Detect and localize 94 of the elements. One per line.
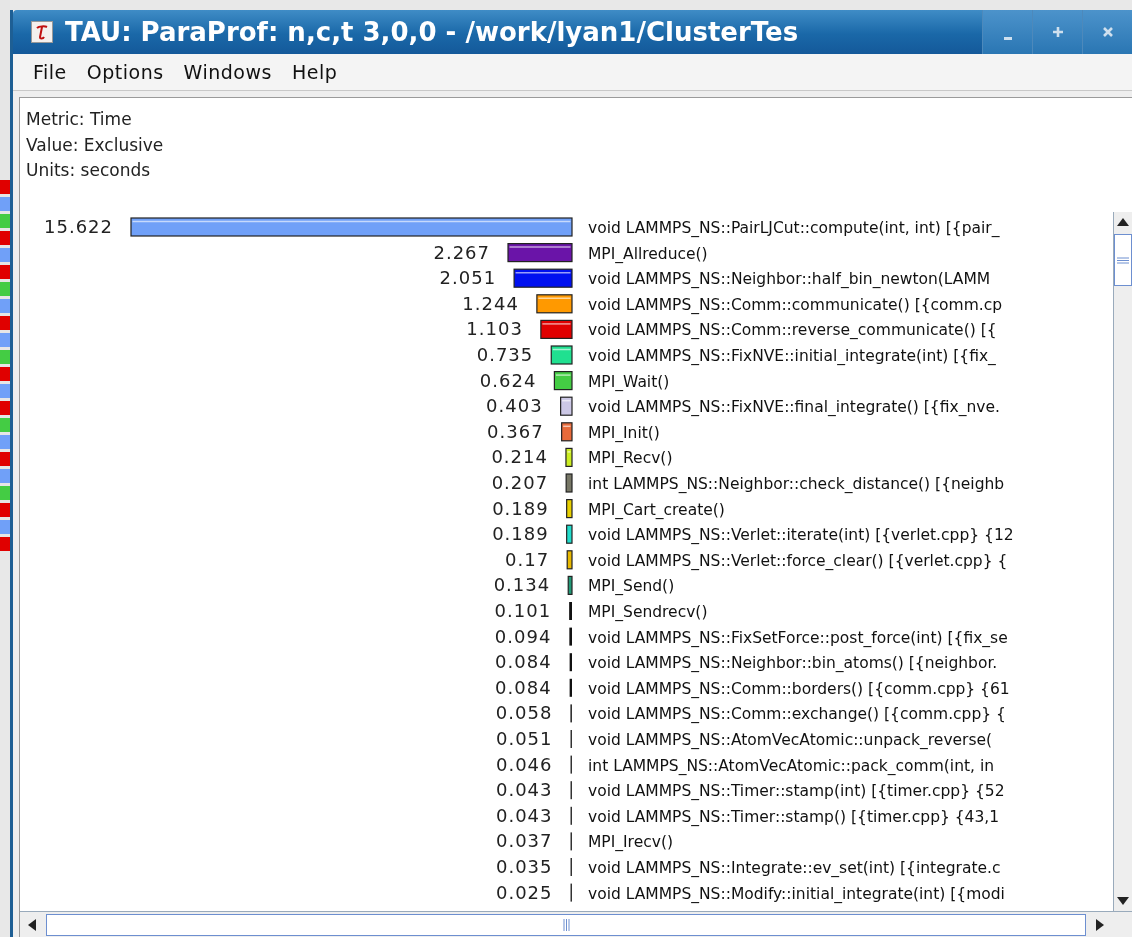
value-label: 0.101 — [494, 600, 552, 621]
value-label: 0.046 — [495, 753, 553, 775]
function-label: int LAMMPS_NS::AtomVecAtomic::pack_comm(int, in — [588, 756, 995, 775]
function-label: MPI_Init() — [588, 423, 660, 442]
scroll-up-icon — [1117, 218, 1129, 226]
value-label: 0.058 — [495, 702, 553, 724]
app-icon — [31, 21, 53, 43]
function-label: void LAMMPS_NS::Comm::communicate() [{comm.cp — [588, 295, 1003, 314]
value-label: 1.103 — [466, 318, 523, 340]
function-label: void LAMMPS_NS::Verlet::iterate(int) [{verlet.cpp} {12 — [588, 526, 1014, 545]
value-label: 2.267 — [433, 241, 490, 263]
value-label: 0.207 — [491, 472, 549, 493]
scroll-left-icon — [28, 918, 36, 931]
close-icon — [1101, 26, 1114, 38]
window-title: TAU: ParaProf: n,c,t 3,0,0 - /work/lyan1/ClusterTes — [65, 17, 800, 47]
value-label: 0.17 — [505, 548, 550, 570]
scrollbar-corner — [1112, 911, 1132, 937]
function-label: MPI_Send() — [588, 577, 675, 596]
bar — [553, 371, 573, 391]
value-label: 0.094 — [494, 625, 552, 647]
function-label: void LAMMPS_NS::Comm::borders() [{comm.cpp} {61 — [588, 679, 1010, 698]
function-label: void LAMMPS_NS::FixSetForce::post_force(int) [{fix_se — [588, 628, 1008, 647]
value-label: 1.244 — [462, 292, 519, 314]
function-label: MPI_Cart_create() — [588, 500, 725, 519]
bar — [565, 447, 573, 467]
metric-label: Value: Exclusive — [26, 133, 165, 157]
function-label: void LAMMPS_NS::Verlet::force_clear() [{verlet.cpp} { — [588, 551, 1008, 570]
value-label: 0.624 — [479, 369, 537, 391]
function-label: void LAMMPS_NS::Integrate::ev_set(int) [{integrate.c — [588, 859, 1001, 877]
menu-item[interactable]: Help — [281, 61, 348, 83]
minimize-icon — [1003, 36, 1012, 40]
maximize-button[interactable] — [1032, 10, 1082, 54]
bar — [550, 345, 573, 365]
function-label: MPI_Irecv() — [588, 833, 673, 852]
function-label: void LAMMPS_NS::Timer::stamp(int) [{timer.cpp} {52 — [588, 782, 1005, 801]
scroll-down-icon — [1117, 897, 1129, 905]
grip-icon — [1117, 256, 1129, 264]
value-label: 15.622 — [44, 216, 113, 237]
function-label: void LAMMPS_NS::FixNVE::final_integrate() [{fix_nve. — [588, 398, 1000, 417]
bar — [560, 396, 573, 416]
bar — [536, 294, 573, 314]
function-label: void LAMMPS_NS::Neighbor::half_bin_newton(LAMM — [588, 270, 991, 289]
bar — [513, 268, 573, 288]
function-label: void LAMMPS_NS::Neighbor::bin_atoms() [{neighbor. — [588, 654, 998, 673]
close-button[interactable] — [1082, 10, 1132, 54]
value-label: 0.084 — [495, 676, 552, 698]
value-label: 0.735 — [476, 344, 534, 365]
metric-label: Units: seconds — [26, 159, 152, 182]
bar — [569, 602, 572, 620]
minimize-button[interactable] — [982, 10, 1032, 54]
bar — [561, 422, 573, 442]
bar — [569, 627, 572, 646]
value-label: 0.403 — [486, 395, 543, 417]
function-label: void LAMMPS_NS::Comm::reverse_communicate() [{ — [588, 321, 997, 340]
function-label: MPI_Sendrecv() — [588, 603, 708, 621]
function-label: void LAMMPS_NS::Comm::exchange() [{comm.cpp} { — [588, 705, 1006, 724]
plus-icon — [1051, 26, 1064, 38]
value-label: 0.189 — [492, 497, 549, 519]
bar — [566, 550, 573, 570]
function-label: MPI_Allreduce() — [588, 244, 708, 263]
metric-label: Metric: Time — [26, 108, 133, 131]
bar — [566, 499, 573, 519]
menu-item[interactable]: Windows — [173, 61, 282, 83]
function-label: MPI_Wait() — [588, 372, 670, 391]
bar — [540, 319, 573, 339]
menu-item[interactable]: Options — [76, 61, 174, 83]
bar — [566, 524, 573, 544]
function-label: void LAMMPS_NS::AtomVecAtomic::unpack_reverse( — [588, 731, 993, 749]
function-label: void LAMMPS_NS::Timer::stamp() [{timer.cpp} {43,1 — [588, 807, 1000, 826]
value-label: 0.035 — [495, 856, 553, 877]
value-label: 0.037 — [495, 830, 553, 852]
value-label: 0.043 — [495, 779, 553, 801]
function-label: MPI_Recv() — [588, 449, 673, 468]
value-label: 0.025 — [495, 881, 553, 903]
value-label: 0.051 — [495, 728, 553, 749]
function-label: void LAMMPS_NS::PairLJCut::compute(int, int) [{pair_ — [588, 219, 1000, 237]
menu-item[interactable]: File — [23, 61, 77, 83]
value-label: 0.367 — [487, 420, 544, 442]
bar — [569, 653, 572, 672]
function-label: void LAMMPS_NS::FixNVE::initial_integrate(int) [{fix_ — [588, 347, 996, 365]
bar — [565, 473, 573, 493]
bar — [567, 575, 573, 595]
value-label: 0.084 — [495, 651, 552, 673]
value-label: 2.051 — [439, 267, 497, 289]
bar — [507, 243, 573, 263]
value-label: 0.134 — [493, 574, 551, 596]
value-label: 0.189 — [492, 523, 549, 545]
function-label: void LAMMPS_NS::Modify::initial_integrate(int) [{modi — [588, 884, 1005, 903]
scroll-right-icon — [1096, 918, 1104, 931]
value-label: 0.214 — [491, 446, 548, 468]
grip-icon — [562, 918, 570, 931]
bar — [569, 678, 572, 697]
value-label: 0.043 — [495, 804, 553, 826]
function-label: int LAMMPS_NS::Neighbor::check_distance() [{neighb — [588, 475, 1005, 493]
